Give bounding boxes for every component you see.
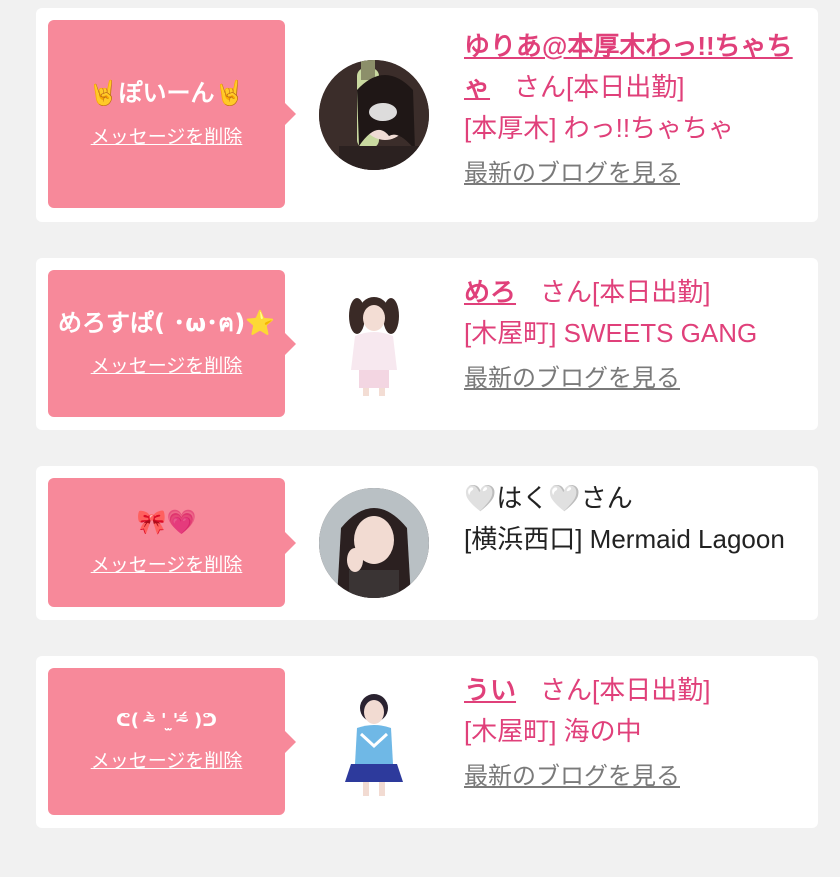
message-bubble: 🎀💗 メッセージを削除 <box>48 478 296 607</box>
profile-info: 🤍はく🤍さん [横浜西口] Mermaid Lagoon <box>464 478 809 560</box>
girl-name-link[interactable]: めろ <box>464 277 516 307</box>
delete-message-link[interactable]: メッセージを削除 <box>91 746 243 773</box>
status-badge: [本日出勤] <box>566 72 685 102</box>
message-card: ᕦ( ⁼̴̀ ' ̫'⁼̴́ )ᕤ メッセージを削除 うい さん[本日出勤] [木… <box>36 656 818 828</box>
profile-info: うい さん[本日出勤] [木屋町] 海の中 最新のブログを見る <box>464 670 809 791</box>
profile-photo <box>319 488 429 598</box>
avatar <box>319 488 429 598</box>
profile-photo <box>319 60 429 170</box>
message-bubble: ᕦ( ⁼̴̀ ' ̫'⁼̴́ )ᕤ メッセージを削除 <box>48 668 296 815</box>
latest-blog-link[interactable]: 最新のブログを見る <box>464 756 680 791</box>
girl-name: 🤍はく🤍 <box>464 483 581 513</box>
profile-info: ゆりあ@本厚木わっ!!ちゃちゃ さん[本日出勤] [本厚木] わっ!!ちゃちゃ 最… <box>464 26 809 188</box>
avatar[interactable] <box>319 286 429 396</box>
profile-photo <box>319 686 429 796</box>
message-text: 🎀💗 <box>136 507 197 536</box>
message-card: めろすぱ( ･ω･ฅ)⭐ メッセージを削除 めろ さん[本日出勤] [木屋町] S… <box>36 258 818 430</box>
shop-name: [横浜西口] Mermaid Lagoon <box>464 524 785 554</box>
message-bubble: めろすぱ( ･ω･ฅ)⭐ メッセージを削除 <box>48 270 296 417</box>
status-badge: [本日出勤] <box>592 277 711 307</box>
latest-blog-link[interactable]: 最新のブログを見る <box>464 358 680 393</box>
honorific: さん <box>580 483 633 513</box>
message-list: 🤘ぽいーん🤘 メッセージを削除 ゆりあ@本厚木わっ!!ちゃちゃ さん[本日出勤] … <box>0 0 840 877</box>
name-line: ゆりあ@本厚木わっ!!ちゃちゃ さん[本日出勤] <box>464 26 809 108</box>
avatar[interactable] <box>319 60 429 170</box>
delete-message-link[interactable]: メッセージを削除 <box>91 351 243 378</box>
honorific: さん <box>514 72 567 102</box>
message-text: めろすぱ( ･ω･ฅ)⭐ <box>57 308 276 337</box>
message-text: ᕦ( ⁼̴̀ ' ̫'⁼̴́ )ᕤ <box>116 710 217 732</box>
shop-name: [本厚木] わっ!!ちゃちゃ <box>464 113 735 143</box>
name-line: めろ さん[本日出勤] <box>464 272 809 313</box>
message-card: 🎀💗 メッセージを削除 🤍はく🤍さん [横浜西口] Mermaid Lagoon <box>36 466 818 620</box>
shop-name: [木屋町] SWEETS GANG <box>464 318 758 348</box>
honorific: さん <box>540 277 593 307</box>
delete-message-link[interactable]: メッセージを削除 <box>91 122 243 149</box>
message-bubble: 🤘ぽいーん🤘 メッセージを削除 <box>48 20 296 208</box>
honorific: さん <box>540 675 593 705</box>
message-text: 🤘ぽいーん🤘 <box>88 79 245 108</box>
delete-message-link[interactable]: メッセージを削除 <box>91 550 243 577</box>
profile-info: めろ さん[本日出勤] [木屋町] SWEETS GANG 最新のブログを見る <box>464 272 809 393</box>
profile-photo <box>319 286 429 396</box>
name-line: 🤍はく🤍さん <box>464 478 809 519</box>
girl-name-link[interactable]: うい <box>464 675 516 705</box>
avatar[interactable] <box>319 686 429 796</box>
latest-blog-link[interactable]: 最新のブログを見る <box>464 153 680 188</box>
shop-name: [木屋町] 海の中 <box>464 716 642 746</box>
status-badge: [本日出勤] <box>592 675 711 705</box>
message-card: 🤘ぽいーん🤘 メッセージを削除 ゆりあ@本厚木わっ!!ちゃちゃ さん[本日出勤] … <box>36 8 818 222</box>
name-line: うい さん[本日出勤] <box>464 670 809 711</box>
